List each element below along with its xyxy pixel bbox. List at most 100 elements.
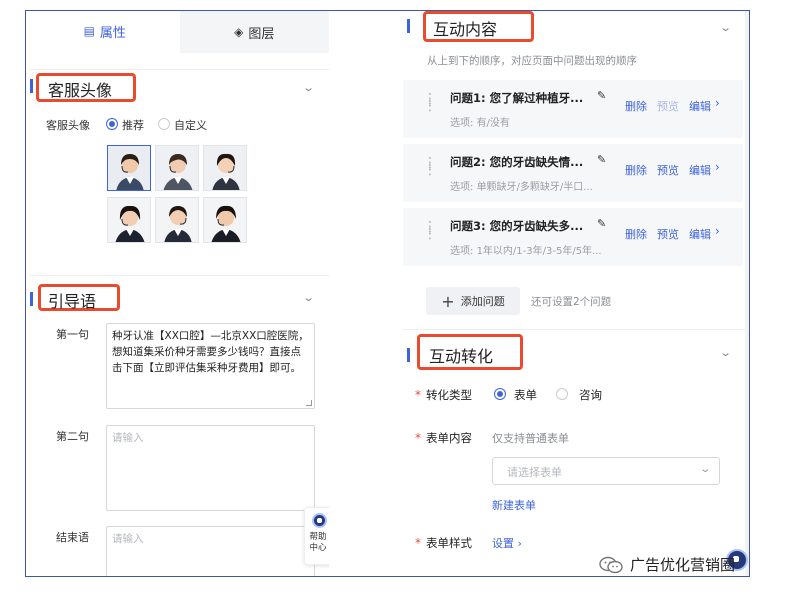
edit-title-icon[interactable]: ✎ [597, 217, 606, 230]
tab-properties[interactable]: ▤ 属性 [30, 11, 180, 53]
radio-recommended-label: 推荐 [122, 119, 144, 132]
question-title: 问题2: 您的牙齿缺失情... [450, 155, 584, 169]
avatar-option-6[interactable] [203, 197, 247, 243]
help-center-button[interactable]: 帮助 中心 [304, 507, 329, 565]
properties-icon: ▤ [83, 24, 95, 38]
drag-handle-icon[interactable]: ⋮ ⋮ [423, 156, 438, 177]
divider [30, 69, 329, 70]
preview-button[interactable]: 预览 [657, 162, 679, 178]
preview-button[interactable]: 预览 [657, 226, 679, 242]
ending-label: 结束语 [56, 531, 89, 544]
properties-panel: ▤ 属性 ◈ 图层 客服头像 ⌄ 客服头像 推荐 自定义 引导语 ⌄ 第一句 种… [26, 11, 329, 576]
delete-button[interactable]: 删除 [625, 162, 647, 178]
plus-icon: + [441, 291, 455, 311]
required-mark: * [415, 536, 421, 550]
edit-button[interactable]: 编辑 [689, 226, 711, 242]
edit-title-icon[interactable]: ✎ [597, 153, 606, 166]
avatar-option-3[interactable] [203, 145, 247, 191]
delete-button[interactable]: 删除 [625, 226, 647, 242]
resize-handle-icon[interactable] [306, 400, 312, 406]
conversion-type-label: 转化类型 [426, 388, 472, 402]
radio-form[interactable] [494, 388, 506, 400]
edit-title-icon[interactable]: ✎ [597, 89, 606, 102]
question-card[interactable]: ⋮ ⋮ 问题1: 您了解过种植牙... ✎ 选项: 有/没有 删除 预览 编辑 › [403, 80, 743, 138]
scrollbar[interactable] [745, 11, 749, 576]
required-mark: * [415, 388, 421, 402]
preview-button[interactable]: 预览 [657, 98, 679, 114]
question-card[interactable]: ⋮ ⋮ 问题3: 您的牙齿缺失多... ✎ 选项: 1年以内/1-3年/3-5年/… [403, 208, 743, 266]
divider [403, 329, 745, 330]
avatar-option-4[interactable] [107, 197, 151, 243]
conversion-section-title: 互动转化 [429, 347, 494, 366]
question-title: 问题3: 您的牙齿缺失多... [450, 219, 584, 233]
drag-handle-icon[interactable]: ⋮ ⋮ [423, 220, 438, 241]
form-content-label: 表单内容 [426, 431, 472, 445]
interaction-section-title: 互动内容 [433, 20, 498, 39]
avatar-option-1[interactable] [107, 145, 151, 191]
divider [30, 275, 329, 276]
form-style-link[interactable]: 设置 › [492, 535, 522, 551]
agent-avatar-icon [156, 146, 198, 190]
radio-custom-label: 自定义 [174, 119, 207, 132]
agent-avatar-icon [204, 198, 246, 242]
section-accent-bar [407, 19, 410, 33]
radio-consult-label: 咨询 [579, 388, 602, 402]
ending-textarea[interactable]: 请输入 [106, 526, 315, 576]
chevron-right-icon[interactable]: › [715, 160, 720, 174]
wechat-icon [598, 555, 624, 575]
question-card[interactable]: ⋮ ⋮ 问题2: 您的牙齿缺失情... ✎ 选项: 单颗缺牙/多颗缺牙/半口...… [403, 144, 743, 202]
first-sentence-label: 第一句 [56, 328, 89, 341]
layers-icon: ◈ [234, 25, 244, 39]
avatar-option-2[interactable] [155, 145, 199, 191]
agent-avatar-icon [108, 198, 150, 242]
delete-button[interactable]: 删除 [625, 98, 647, 114]
section-accent-bar [407, 348, 410, 362]
agent-avatar-icon [156, 198, 198, 242]
chevron-down-icon: ⌄ [698, 464, 711, 475]
chevron-down-icon[interactable]: ⌄ [719, 346, 732, 359]
edit-button[interactable]: 编辑 [689, 98, 711, 114]
chevron-right-icon[interactable]: › [715, 96, 720, 110]
help-bot-icon [312, 513, 327, 528]
radio-consult[interactable] [556, 388, 568, 400]
first-sentence-textarea[interactable]: 种牙认准【XX口腔】—北京XX口腔医院，想知道集采价种牙需要多少钱吗？直接点击下… [106, 323, 315, 409]
avatar-option-5[interactable] [155, 197, 199, 243]
required-mark: * [415, 431, 421, 445]
radio-custom[interactable] [158, 118, 170, 130]
question-options: 选项: 1年以内/1-3年/3-5年/5年... [450, 246, 602, 257]
section-accent-bar [30, 292, 33, 306]
drag-handle-icon[interactable]: ⋮ ⋮ [423, 92, 438, 113]
second-sentence-label: 第二句 [56, 430, 89, 443]
chevron-down-icon[interactable]: ⌄ [302, 291, 315, 304]
form-select[interactable]: 请选择表单 ⌄ [492, 457, 720, 485]
chevron-right-icon[interactable]: › [715, 224, 720, 238]
form-style-label: 表单样式 [426, 536, 472, 550]
radio-recommended[interactable] [106, 118, 118, 130]
form-content-hint: 仅支持普通表单 [492, 432, 569, 445]
second-sentence-textarea[interactable]: 请输入 [106, 425, 315, 511]
guide-section-title: 引导语 [48, 292, 97, 311]
agent-avatar-icon [204, 146, 246, 190]
interaction-subtitle: 从上到下的顺序，对应页面中问题出现的顺序 [427, 55, 637, 67]
add-question-button[interactable]: + 添加问题 [426, 287, 520, 315]
interaction-panel: 互动内容 ⌄ 从上到下的顺序，对应页面中问题出现的顺序 ⋮ ⋮ 问题1: 您了解过… [403, 11, 749, 576]
section-accent-bar [30, 79, 33, 93]
question-title: 问题1: 您了解过种植牙... [450, 91, 584, 105]
radio-form-label: 表单 [514, 388, 537, 402]
tab-layers[interactable]: ◈ 图层 [179, 11, 329, 53]
chevron-down-icon[interactable]: ⌄ [719, 21, 732, 34]
add-question-hint: 还可设置2个问题 [531, 296, 612, 308]
chevron-right-icon: › [517, 537, 522, 550]
edit-button[interactable]: 编辑 [689, 162, 711, 178]
panel-tabs: ▤ 属性 ◈ 图层 [30, 11, 329, 53]
new-form-link[interactable]: 新建表单 [492, 497, 536, 513]
chevron-down-icon[interactable]: ⌄ [302, 81, 315, 94]
avatar-field-label: 客服头像 [46, 119, 90, 132]
question-options: 选项: 有/没有 [450, 118, 510, 129]
question-options: 选项: 单颗缺牙/多颗缺牙/半口... [450, 182, 593, 193]
screenshot-frame: ▤ 属性 ◈ 图层 客服头像 ⌄ 客服头像 推荐 自定义 引导语 ⌄ 第一句 种… [25, 10, 750, 577]
panel-gutter [329, 11, 403, 576]
agent-avatar-icon [108, 146, 150, 190]
avatar-section-title: 客服头像 [48, 81, 113, 100]
watermark: 广告优化营销圈 [598, 554, 735, 575]
